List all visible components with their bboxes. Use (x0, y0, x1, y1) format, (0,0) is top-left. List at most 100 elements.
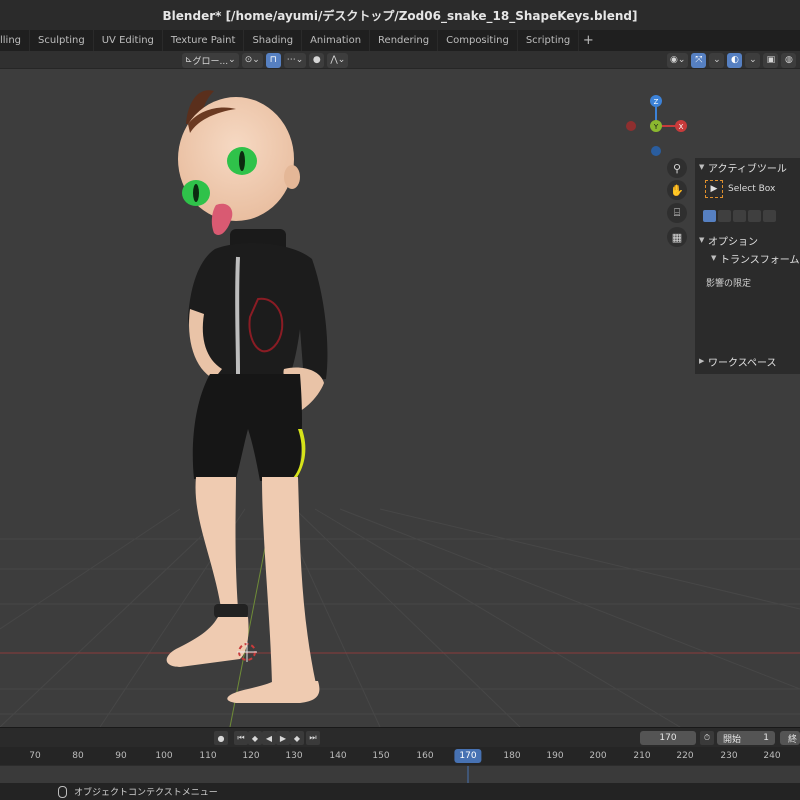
zoom-button[interactable]: ⚲ (667, 158, 687, 178)
tab-compositing[interactable]: Compositing (438, 30, 518, 51)
sidebar-panel: ▼ アクティブツール ▶ Select Box ▼ オプション ▼ トランスフォ… (695, 158, 800, 374)
triangle-down-icon: ▼ (711, 254, 717, 262)
camera-icon: ⌸ (673, 206, 681, 219)
current-frame-field[interactable]: 170 (640, 731, 696, 745)
tab-sculpting[interactable]: Sculpting (30, 30, 94, 51)
ruler-tick: 150 (372, 751, 390, 761)
ruler-tick: 180 (503, 751, 521, 761)
add-workspace-button[interactable]: + (579, 30, 597, 51)
ruler-tick: 230 (720, 751, 738, 761)
camera-view-button[interactable]: ⌸ (667, 203, 687, 223)
tab-modeling[interactable]: lling (0, 30, 31, 51)
pivot-point-button[interactable]: ⊙⌄ (241, 52, 263, 68)
select-box-tool-button[interactable]: ▶ (705, 180, 723, 198)
falloff-icon: ⋀⌄ (330, 55, 346, 65)
gizmo-neg-z-ball[interactable] (651, 146, 661, 156)
overlay-dropdown[interactable]: ⌄ (745, 52, 761, 68)
options-header[interactable]: ▼ オプション (695, 231, 800, 249)
next-keyframe-icon: ◆ (293, 733, 301, 743)
prev-keyframe-icon: ◆ (251, 733, 259, 743)
ruler-tick: 90 (115, 751, 127, 761)
falloff-button[interactable]: ⋀⌄ (327, 52, 349, 68)
chevron-down-icon: ⌄ (228, 55, 236, 65)
start-frame-field[interactable]: 開始 1 (717, 731, 775, 745)
proportional-icon: ● (312, 55, 321, 65)
navigation-gizmo[interactable]: Z X Y (620, 91, 692, 161)
play-reverse-icon: ◀ (265, 733, 273, 743)
end-frame-field[interactable]: 終 (780, 731, 800, 745)
overlay-toggle[interactable]: ◐ (727, 52, 743, 68)
tab-texture-paint[interactable]: Texture Paint (163, 30, 245, 51)
select-mode-intersect[interactable] (763, 210, 776, 222)
ruler-tick: 140 (329, 751, 347, 761)
grid-icon: ▦ (671, 230, 683, 244)
transform-subheader[interactable]: ▼ トランスフォーム (695, 249, 800, 267)
workspace-tabbar: lling Sculpting UV Editing Texture Paint… (0, 30, 800, 51)
window-title: Blender* [/home/ayumi/デスクトップ/Zod06_snake… (0, 0, 800, 30)
jump-end-icon: ⏭ (309, 733, 317, 742)
prev-keyframe-button[interactable]: ◆ (248, 731, 262, 745)
transform-orientation-dropdown[interactable]: ⊾ グロー... ⌄ (182, 52, 239, 68)
select-mode-invert[interactable] (748, 210, 761, 222)
pan-button[interactable]: ✋ (667, 180, 687, 200)
triangle-right-icon: ▶ (699, 357, 705, 365)
timeline-controls: ● ⏮ ◆ ◀ ▶ ◆ ⏭ 170 ⏱ 開始 1 終 (0, 727, 800, 747)
xray-toggle[interactable]: ▣ (763, 52, 779, 68)
ruler-tick: 80 (72, 751, 84, 761)
end-label: 終 (788, 734, 798, 745)
tongue (211, 203, 233, 236)
record-button[interactable]: ● (214, 731, 228, 745)
timeline-track[interactable] (0, 765, 800, 784)
3d-viewport[interactable]: Z X Y ⚲ ✋ ⌸ ▦ ▼ アクティブツール ▶ Select Box ▼ … (0, 69, 800, 727)
eye-icon: ◉⌄ (670, 55, 686, 65)
ruler-tick: 210 (633, 751, 651, 761)
visibility-dropdown[interactable]: ◉⌄ (667, 52, 689, 68)
ortho-toggle-button[interactable]: ▦ (667, 227, 687, 247)
overlay-icon: ◐ (730, 55, 739, 65)
gizmo-toggle[interactable]: ⤧ (691, 52, 707, 68)
tab-uv-editing[interactable]: UV Editing (94, 30, 163, 51)
chevron-down-icon: ⌄ (713, 55, 721, 65)
playhead-frame[interactable]: 170 (454, 749, 482, 763)
tool-name: Select Box (728, 184, 776, 194)
character-model[interactable] (166, 90, 328, 703)
status-text: オブジェクトコンテクストメニュー (74, 788, 218, 798)
frame-ruler[interactable]: 70 80 90 100 110 120 130 140 150 160 170… (0, 747, 800, 765)
snap-settings-button[interactable]: ⋯⌄ (283, 52, 307, 68)
snap-target-icon: ⋯⌄ (286, 55, 304, 65)
play-reverse-button[interactable]: ◀ (262, 731, 276, 745)
tab-scripting[interactable]: Scripting (518, 30, 580, 51)
left-foot (166, 617, 249, 667)
tab-rendering[interactable]: Rendering (370, 30, 439, 51)
start-value: 1 (763, 733, 769, 743)
ruler-tick: 100 (155, 751, 173, 761)
gizmo-dropdown[interactable]: ⌄ (709, 52, 725, 68)
ruler-tick: 160 (416, 751, 434, 761)
hand-icon: ✋ (670, 183, 684, 197)
next-keyframe-button[interactable]: ◆ (290, 731, 304, 745)
gizmo-x-label: X (679, 123, 684, 131)
select-mode-extend[interactable] (718, 210, 731, 222)
play-icon: ▶ (279, 733, 287, 743)
left-pupil (193, 184, 199, 202)
gizmo-y-label: Y (653, 123, 659, 131)
wireframe-shading-button[interactable]: ◍ (781, 52, 797, 68)
proportional-edit-toggle[interactable]: ● (309, 52, 325, 68)
workspace-header[interactable]: ▶ ワークスペース (695, 352, 800, 370)
tab-shading[interactable]: Shading (244, 30, 303, 51)
floor-grid (0, 508, 800, 727)
select-mode-new[interactable] (703, 210, 716, 222)
active-tool-header[interactable]: ▼ アクティブツール (695, 158, 800, 176)
jump-start-button[interactable]: ⏮ (234, 731, 248, 745)
play-button[interactable]: ▶ (276, 731, 290, 745)
gizmo-neg-x-ball[interactable] (626, 121, 636, 131)
snap-toggle[interactable]: ⊓ (265, 52, 281, 68)
orientation-icon: ⊾ (185, 55, 193, 65)
tab-animation[interactable]: Animation (302, 30, 371, 51)
stopwatch-icon[interactable]: ⏱ (700, 731, 714, 745)
limit-influence-label: 影響の限定 (706, 279, 752, 289)
jump-end-button[interactable]: ⏭ (306, 731, 320, 745)
jump-start-icon: ⏮ (237, 733, 245, 742)
ruler-tick: 120 (242, 751, 260, 761)
select-mode-subtract[interactable] (733, 210, 746, 222)
